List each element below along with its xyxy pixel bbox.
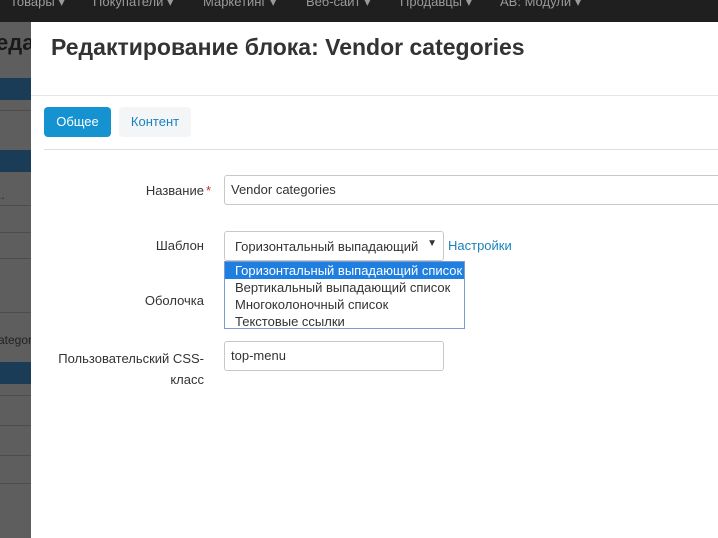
template-option[interactable]: Многоколоночный список (225, 296, 464, 313)
nav-item-ab-modules: AB: Модули ▾ (500, 0, 582, 9)
css-class-input[interactable]: top-menu (224, 341, 444, 371)
caret-down-icon: ▼ (427, 238, 437, 249)
background-heading: еда (0, 30, 35, 55)
admin-top-nav: Товары ▾ Покупатели ▾ Маркетинг ▾ Веб-са… (0, 0, 718, 22)
background-divider (0, 232, 32, 233)
background-row-band (0, 150, 32, 172)
nav-item-website: Веб-сайт ▾ (306, 0, 371, 9)
background-text: ategor (0, 333, 33, 347)
name-input[interactable]: Vendor categories (224, 175, 718, 205)
background-text: .. (0, 188, 5, 202)
background-divider (0, 483, 32, 484)
background-divider (0, 425, 32, 426)
template-option[interactable]: Вертикальный выпадающий список (225, 279, 464, 296)
template-dropdown-list: Горизонтальный выпадающий список Вертика… (224, 261, 465, 329)
template-option[interactable]: Текстовые ссылки (225, 313, 464, 330)
background-divider (0, 258, 32, 259)
background-divider (0, 110, 32, 111)
nav-item-products: Товары ▾ (10, 0, 65, 9)
background-divider (0, 205, 32, 206)
background-row-band (0, 78, 32, 100)
modal-title: Редактирование блока: Vendor categories (51, 34, 525, 60)
tabs-divider (44, 149, 718, 150)
template-option[interactable]: Горизонтальный выпадающий список (225, 262, 464, 279)
wrapper-label: Оболочка (144, 293, 204, 308)
background-divider (0, 312, 32, 313)
required-mark: * (205, 183, 211, 198)
name-label: Название * (31, 183, 211, 198)
template-select[interactable]: Горизонтальный выпадающий ▼ (224, 231, 444, 261)
tab-general[interactable]: Общее (44, 107, 111, 137)
template-select-value: Горизонтальный выпадающий (235, 239, 419, 254)
css-class-label-line2: класс (170, 372, 204, 387)
template-settings-link[interactable]: Настройки (448, 238, 512, 253)
template-label: Шаблон (155, 238, 204, 253)
nav-item-marketing: Маркетинг ▾ (203, 0, 277, 9)
modal-header-divider (31, 95, 718, 96)
nav-item-vendors: Продавцы ▾ (400, 0, 473, 9)
background-divider (0, 395, 32, 396)
name-label-text: Название (145, 183, 204, 198)
nav-item-customers: Покупатели ▾ (93, 0, 174, 9)
background-row-band (0, 362, 32, 384)
tab-content[interactable]: Контент (119, 107, 191, 137)
css-class-label: Пользовательский CSS- класс (31, 348, 204, 390)
css-class-label-line1: Пользовательский CSS- (58, 351, 204, 366)
background-divider (0, 455, 32, 456)
edit-block-modal: Редактирование блока: Vendor categories … (31, 22, 718, 538)
